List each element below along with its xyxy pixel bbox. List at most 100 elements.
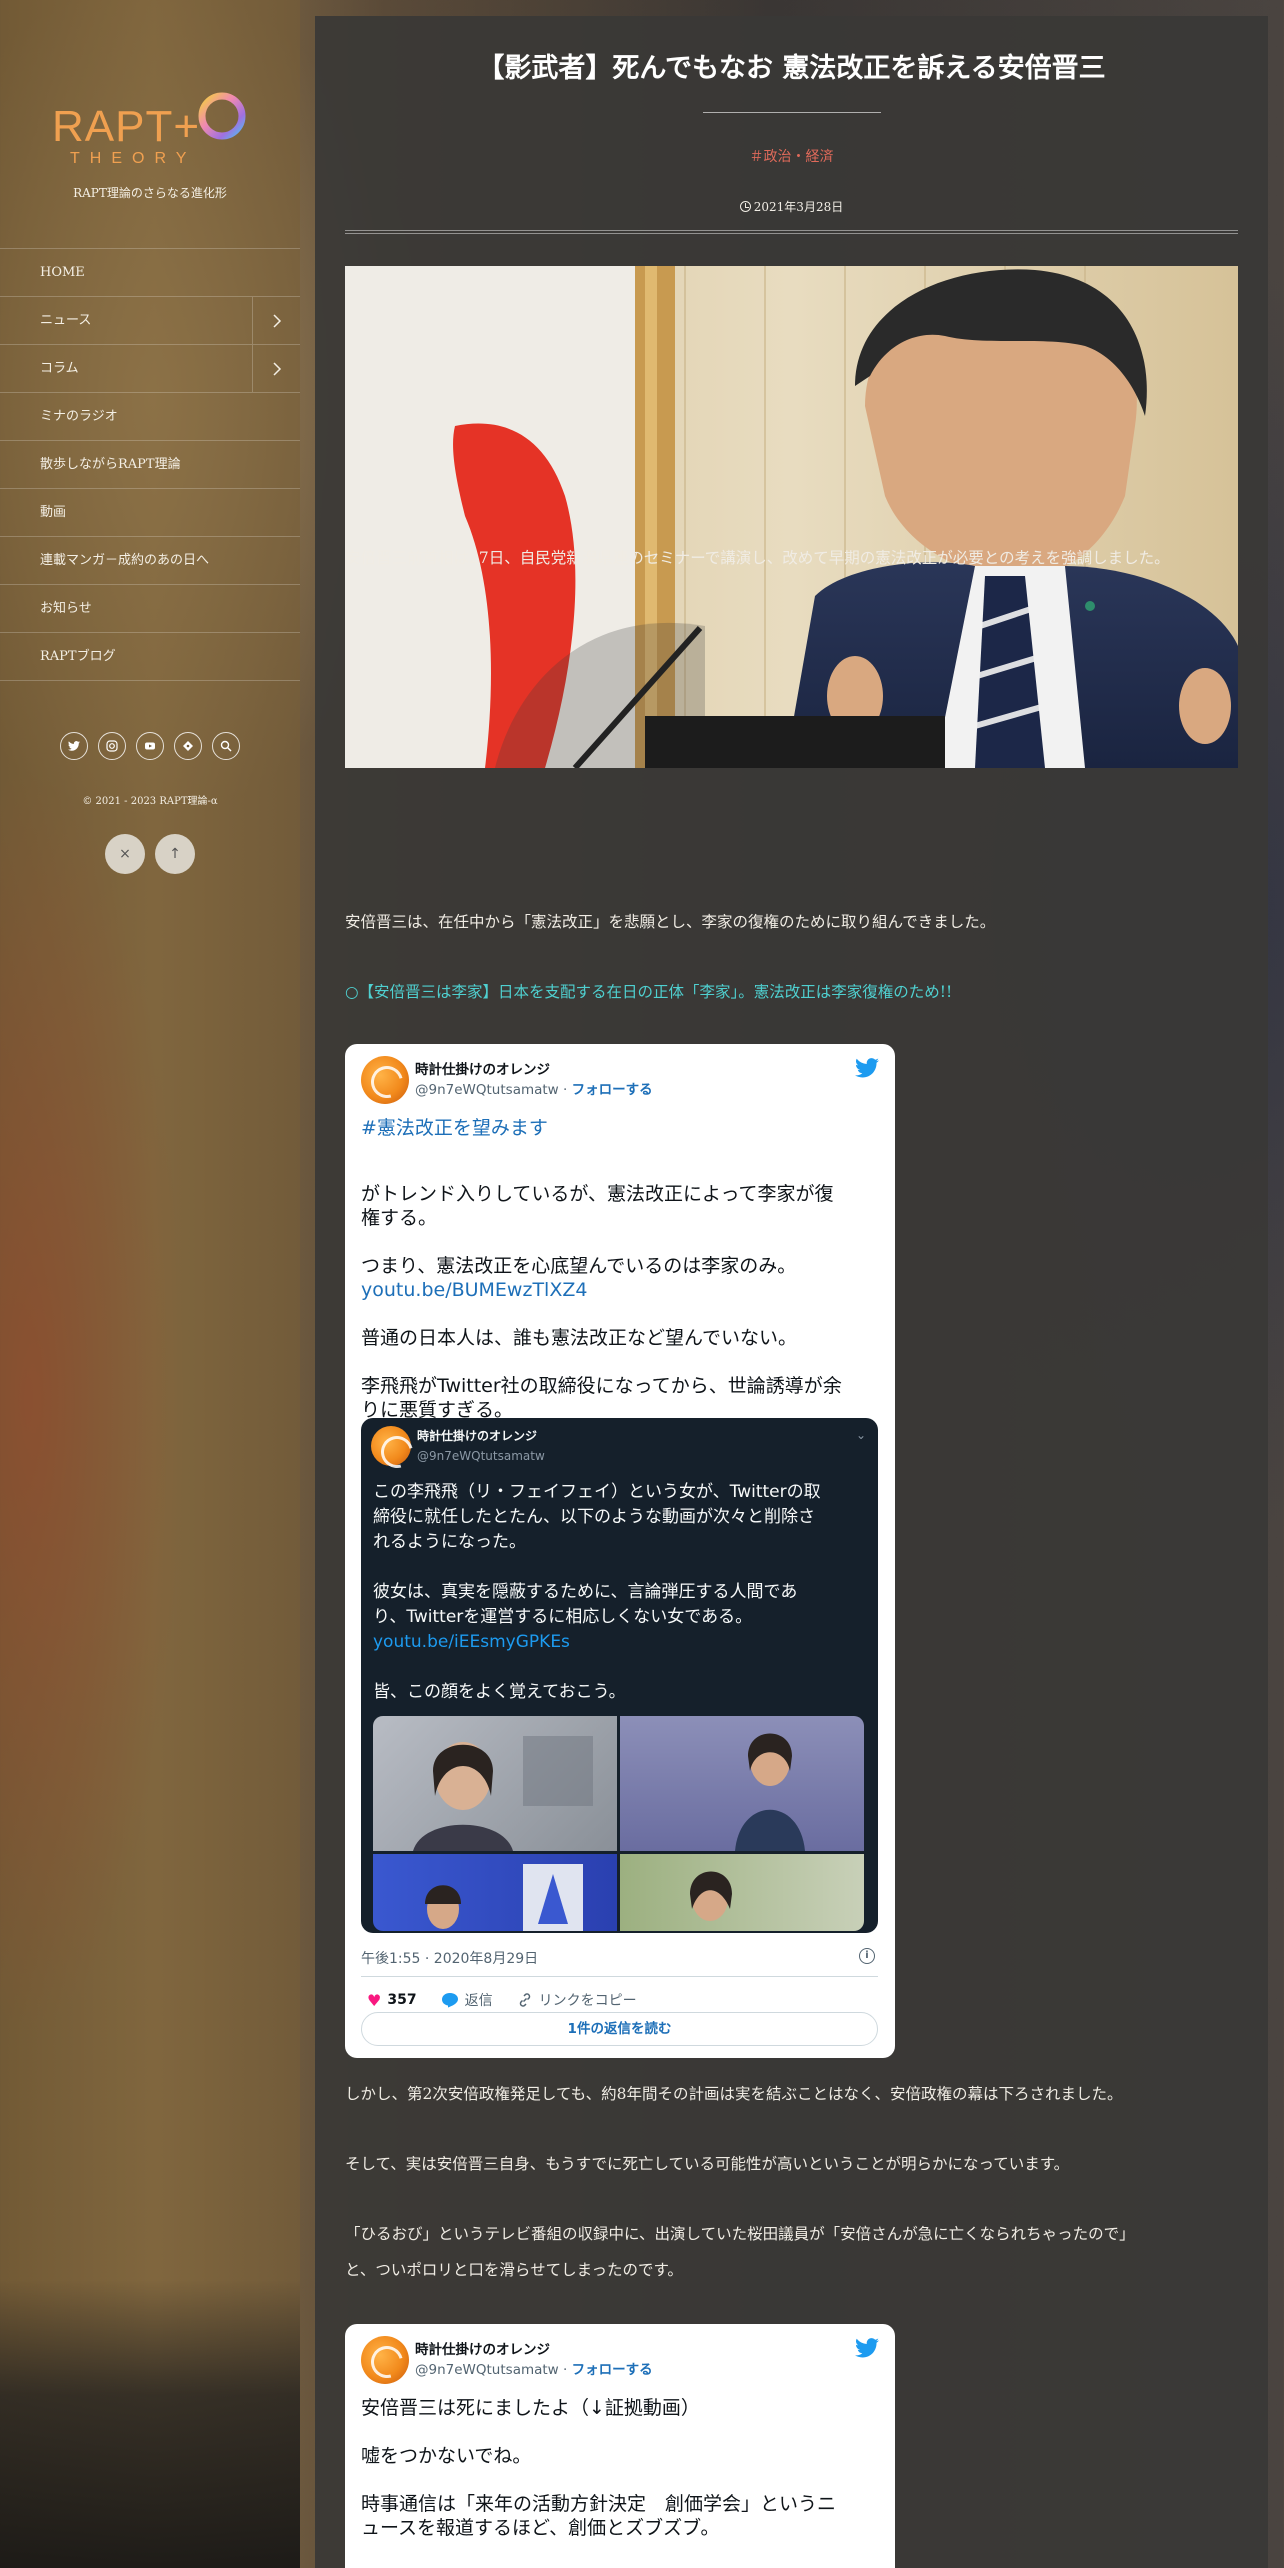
tag-icon[interactable] <box>174 732 202 760</box>
nav-item-column[interactable]: コラム <box>0 345 300 393</box>
nav-item-news[interactable]: ニュース <box>0 297 300 345</box>
embedded-tweet: 時計仕掛けのオレンジ @9n7eWQtutsamatw · フォローする #憲法… <box>345 1044 895 2058</box>
quoted-text: この李飛飛（リ・フェイフェイ）という女が、Twitterの取 <box>373 1482 821 1502</box>
avatar <box>361 1056 409 1104</box>
alpha-logo-icon <box>198 90 246 140</box>
reply-icon <box>441 1993 458 2008</box>
close-icon[interactable]: × <box>105 834 145 874</box>
copy-link-label: リンクをコピー <box>538 1993 637 2009</box>
article: 【影武者】死んでもなお 憲法改正を訴える安倍晋三 ＃政治・経済 2021年3月2… <box>315 16 1268 2568</box>
tweet-text: ュースを報道するほど、創価とズブズブ。 <box>361 2517 720 2539</box>
post-date: 2021年3月28日 <box>315 198 1268 215</box>
tweet-text: 時事通信は「来年の活動方針決定 創価学会」というニ <box>361 2493 837 2515</box>
tweet-text: 嘘をつかないでね。 <box>361 2445 532 2467</box>
nav-item-label: コラム <box>40 361 79 376</box>
quoted-text: れるようになった。 <box>373 1532 526 1552</box>
quoted-text: 締役に就任したとたん、以下のような動画が次々と削除さ <box>373 1507 815 1527</box>
quoted-author-name: 時計仕掛けのオレンジ <box>417 1429 538 1443</box>
category-link[interactable]: ＃政治・経済 <box>315 146 1268 166</box>
sidebar-shade <box>0 2280 300 2568</box>
nav-item-label: 連載マンガ－成約のあの日へ <box>40 553 210 568</box>
search-icon[interactable] <box>212 732 240 760</box>
quoted-media-grid[interactable] <box>373 1716 864 1931</box>
nav-item-label: ミナのラジオ <box>40 409 118 424</box>
tweet-text: 普通の日本人は、誰も憲法改正など望んでいない。 <box>361 1327 798 1349</box>
reply-button[interactable]: 返信 <box>441 1990 493 2010</box>
nav-item-blog[interactable]: RAPTブログ <box>0 633 300 681</box>
tweet-timestamp[interactable]: 午後1:55 · 2020年8月29日 <box>361 1948 538 1968</box>
quoted-tweet-author: 時計仕掛けのオレンジ @9n7eWQtutsamatw <box>371 1426 545 1466</box>
copy-link-button[interactable]: リンクをコピー <box>517 1990 637 2010</box>
info-icon[interactable]: i <box>859 1948 875 1964</box>
twitter-icon[interactable] <box>855 2338 879 2358</box>
avatar <box>371 1426 411 1466</box>
twitter-icon[interactable] <box>60 732 88 760</box>
logo-subtext: THEORY <box>70 150 197 167</box>
related-article-link[interactable]: ○【安倍晋三は李家】日本を支配する在日の正体「李家」。憲法改正は李家復権のため!… <box>345 974 1238 1010</box>
chevron-down-icon[interactable]: ⌄ <box>856 1428 866 1442</box>
nav-item-notice[interactable]: お知らせ <box>0 585 300 633</box>
article-photo <box>345 266 1238 768</box>
like-button[interactable]: ♥ 357 <box>361 1991 417 2010</box>
tweet-author[interactable]: 時計仕掛けのオレンジ @9n7eWQtutsamatw · フォローする <box>361 2336 653 2384</box>
nav-item-video[interactable]: 動画 <box>0 489 300 537</box>
nav-item-walk[interactable]: 散歩しながらRAPT理論 <box>0 441 300 489</box>
read-replies-button[interactable]: 1件の返信を読む <box>361 2012 878 2046</box>
nav-item-label: 散歩しながらRAPT理論 <box>40 457 181 472</box>
avatar <box>361 2336 409 2384</box>
copyright: © 2021 - 2023 RAPT理論-α <box>82 796 218 807</box>
sidebar: RAPT+ THEORY RAPT理論のさらなる進化形 HOME ニュース コラ… <box>0 0 300 2568</box>
tweet-author[interactable]: 時計仕掛けのオレンジ @9n7eWQtutsamatw · フォローする <box>361 1056 653 1104</box>
paragraph: 安倍晋三は、在任中から「憲法改正」を悲願とし、李家の復権のために取り組んできまし… <box>345 913 996 931</box>
speaker-photo-illustration <box>345 266 1238 768</box>
tweet-author-handle: @9n7eWQtutsamatw <box>415 1082 559 1098</box>
tweet-author-name: 時計仕掛けのオレンジ <box>415 1062 550 1078</box>
post-date-text: 2021年3月28日 <box>753 200 844 214</box>
quoted-link[interactable]: youtu.be/iEEsmyGPKEs <box>373 1630 868 1655</box>
nav-item-label: HOME <box>40 265 85 280</box>
article-title: 【影武者】死んでもなお 憲法改正を訴える安倍晋三 <box>477 53 1106 84</box>
tweet-author-name: 時計仕掛けのオレンジ <box>415 2342 550 2358</box>
like-count: 357 <box>387 1992 417 2008</box>
title-divider <box>703 112 881 113</box>
paragraph: しかし、第2次安倍政権発足しても、約8年間その計画は実を結ぶことはなく、安倍政権… <box>345 2085 1123 2103</box>
clock-icon <box>739 201 751 212</box>
hashtag-link[interactable]: #憲法改正を望みます <box>361 1116 881 1140</box>
main-nav: HOME ニュース コラム ミナのラジオ 散歩しながらRAPT理論 動画 連載マ… <box>0 248 300 681</box>
twitter-icon[interactable] <box>855 1058 879 1078</box>
chevron-right-icon[interactable] <box>252 345 300 392</box>
tweet-text: 権する。 <box>361 1207 438 1229</box>
paragraph: 安倍晋三前首相は27日、自民党新潟県連のセミナーで講演し、改めて早期の憲法改正が… <box>345 549 1170 567</box>
paragraph: 「ひるおび」というテレビ番組の収録中に、出演していた桜田議員が「安倍さんが急に亡… <box>345 2225 1135 2243</box>
scroll-top-icon[interactable]: ↑ <box>155 834 195 874</box>
nav-item-home[interactable]: HOME <box>0 249 300 297</box>
follow-button[interactable]: フォローする <box>572 1082 653 1098</box>
tweet-author-handle: @9n7eWQtutsamatw <box>415 2362 559 2378</box>
media-image[interactable] <box>620 1716 864 1851</box>
embedded-tweet: 時計仕掛けのオレンジ @9n7eWQtutsamatw · フォローする 安倍晋… <box>345 2324 895 2568</box>
site-logo[interactable]: RAPT+ THEORY <box>40 78 260 178</box>
nav-item-radio[interactable]: ミナのラジオ <box>0 393 300 441</box>
quoted-text: り、Twitterを運営するに相応しくない女である。 <box>373 1607 753 1627</box>
tweet-link[interactable]: youtu.be/BUMEwzTlXZ4 <box>361 1278 881 1302</box>
site-branding: RAPT+ THEORY RAPT理論のさらなる進化形 <box>0 78 300 201</box>
nav-item-manga[interactable]: 連載マンガ－成約のあの日へ <box>0 537 300 585</box>
tweet-actions: ♥ 357 返信 リンクをコピー <box>361 1990 661 2010</box>
youtube-icon[interactable] <box>136 732 164 760</box>
paragraph: と、ついポロリと口を滑らせてしまったのです。 <box>345 2261 683 2279</box>
media-image[interactable] <box>373 1716 617 1851</box>
quoted-tweet[interactable]: 時計仕掛けのオレンジ @9n7eWQtutsamatw ⌄ この李飛飛（リ・フェ… <box>361 1418 878 1933</box>
follow-button[interactable]: フォローする <box>572 2362 653 2378</box>
tweet-text: 李飛飛がTwitter社の取締役になってから、世論誘導が余 <box>361 1375 842 1397</box>
nav-item-label: お知らせ <box>40 601 92 616</box>
media-image[interactable] <box>620 1854 864 1931</box>
media-image[interactable] <box>373 1854 617 1931</box>
chevron-right-icon[interactable] <box>252 297 300 344</box>
quoted-author-handle: @9n7eWQtutsamatw <box>417 1449 545 1463</box>
nav-item-label: ニュース <box>40 313 92 328</box>
quoted-text: 皆、この顔をよく覚えておこう。 <box>373 1682 626 1702</box>
heart-icon: ♥ <box>367 1990 382 2010</box>
social-links <box>0 732 300 760</box>
tweet-text: 安倍晋三は死にましたよ（↓証拠動画） <box>361 2397 700 2419</box>
instagram-icon[interactable] <box>98 732 126 760</box>
